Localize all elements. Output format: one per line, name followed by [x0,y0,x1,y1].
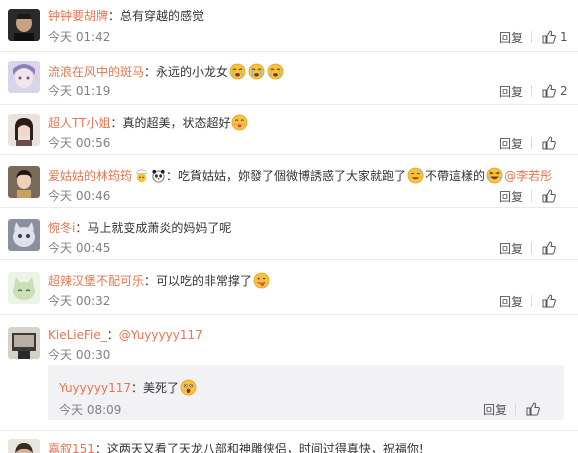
thumbs-up-icon [542,84,556,98]
divider [531,31,532,43]
sub-reply-text: 美死了 [143,381,180,395]
colon: ： [130,381,143,395]
divider [531,295,532,307]
like-button[interactable] [542,241,568,255]
comment-item: 惋冬i：马上就变成萧炎的妈妈了呢 今天 00:45 回复 [0,208,578,260]
like-button[interactable] [542,189,568,203]
thumbs-up-icon [526,402,540,416]
comment-item: 流浪在风中的斑马：永远的小龙女 今天 01:19 回复 2 [0,52,578,105]
reply-button[interactable]: 回复 [499,188,523,205]
thumbs-up-icon [542,241,556,255]
colon: ： [108,9,121,23]
comment-feed: 钟钟要胡牌：总有穿越的感觉 今天 01:42 回复 1 流浪在风中的斑马：永远的… [0,0,578,453]
comment-text: 吃貨姑姑，妳發了個微博誘惑了大家就跑了 [178,169,407,183]
like-count: 2 [560,84,568,98]
panda-badge-icon [152,169,165,183]
divider [531,242,532,254]
like-button[interactable] [542,294,568,308]
reply-button[interactable]: 回复 [499,135,523,152]
sub-reply-time: 今天 08:09 [59,403,122,417]
comment-time: 今天 00:45 [48,241,111,255]
comment-time: 今天 00:46 [48,189,111,203]
avatar[interactable] [8,166,40,198]
comment-item: 超辣汉堡不配可乐：可以吃的非常撑了 今天 00:32 回复 [0,260,578,315]
comment-username[interactable]: KieLieFie_ [48,328,107,342]
divider [531,190,532,202]
like-button[interactable] [526,402,552,416]
comment-username[interactable]: 超辣汉堡不配可乐 [48,274,144,288]
avatar[interactable] [8,61,40,93]
thumbs-up-icon [542,294,556,308]
comment-time: 今天 00:56 [48,136,111,150]
comment-time: 今天 00:30 [48,348,111,362]
comment-item: 钟钟要胡牌：总有穿越的感觉 今天 01:42 回复 1 [0,0,578,52]
comment-text: 总有穿越的感觉 [120,9,205,23]
comment-time: 今天 01:42 [48,30,111,44]
avatar[interactable] [8,114,40,146]
mention-link[interactable]: @Yuyyyyy117 [119,328,203,342]
avatar[interactable] [8,9,40,41]
crying-face-emoji-icon [229,63,246,80]
kiss-face-emoji-icon [232,114,248,131]
comment-username[interactable]: 超人TT小姐 [48,116,110,130]
colon: ： [144,65,157,79]
avatar[interactable] [8,272,40,304]
comment-time: 今天 01:19 [48,84,111,98]
like-button[interactable] [542,136,568,150]
reply-button[interactable]: 回复 [499,240,523,257]
colon: ： [94,442,107,453]
avatar[interactable] [8,327,40,359]
colon: ： [75,221,88,235]
comment-item: 超人TT小姐：真的超美，状态超好 今天 00:56 回复 [0,105,578,155]
comment-time: 今天 00:32 [48,294,111,308]
comment-username[interactable]: 嘉叙151 [48,442,95,453]
comment-item: 爱姑姑的林筠筠 ：吃貨姑姑，妳發了個微博誘惑了大家就跑了 不帶這樣的 @李若彤 今天 … [0,155,578,208]
divider [515,403,516,415]
avatar[interactable] [8,439,40,453]
chef-badge-icon [136,169,147,183]
colon: ： [110,116,123,130]
reply-button[interactable]: 回复 [499,83,523,100]
comment-item: 嘉叙151：这两天又看了天龙八部和神雕侠侣，时间过得真快，祝福你! [0,431,578,453]
thumbs-up-icon [542,189,556,203]
reply-button[interactable]: 回复 [483,401,507,418]
like-count: 1 [560,30,568,44]
tongue-out-face-emoji-icon [253,272,270,289]
colon: ： [106,328,119,342]
shocked-face-emoji-icon [180,379,197,396]
comment-text: 马上就变成萧炎的妈妈了呢 [87,221,232,235]
reply-button[interactable]: 回复 [499,293,523,310]
mention-link[interactable]: @李若彤 [504,169,552,183]
crying-face-emoji-icon [248,63,265,80]
sub-reply-username[interactable]: Yuyyyyy117 [59,381,131,395]
comment-text: 这两天又看了天龙八部和神雕侠侣，时间过得真快，祝福你! [106,442,424,453]
comment-text: 真的超美，状态超好 [122,116,231,130]
laughing-face-emoji-icon [486,167,503,184]
comment-username[interactable]: 钟钟要胡牌 [48,9,108,23]
thumbs-up-icon [542,30,556,44]
comment-username[interactable]: 爱姑姑的林筠筠 [48,169,132,183]
colon: ： [166,169,179,183]
comment-text-continued: 不帶這樣的 [425,169,486,183]
sub-reply: Yuyyyyy117：美死了 今天 08:09 回复 [48,365,564,420]
crying-face-emoji-icon [267,63,284,80]
reply-button[interactable]: 回复 [499,29,523,46]
sweat-smile-emoji-icon [407,167,424,184]
divider [531,85,532,97]
avatar[interactable] [8,219,40,251]
thumbs-up-icon [542,136,556,150]
divider [531,137,532,149]
comment-text: 永远的小龙女 [156,65,229,79]
comment-username[interactable]: 流浪在风中的斑马 [48,65,144,79]
comment-text: 可以吃的非常撑了 [156,274,253,288]
comment-username[interactable]: 惋冬i [48,221,75,235]
like-button[interactable]: 2 [542,84,568,98]
colon: ： [144,274,157,288]
like-button[interactable]: 1 [542,30,568,44]
